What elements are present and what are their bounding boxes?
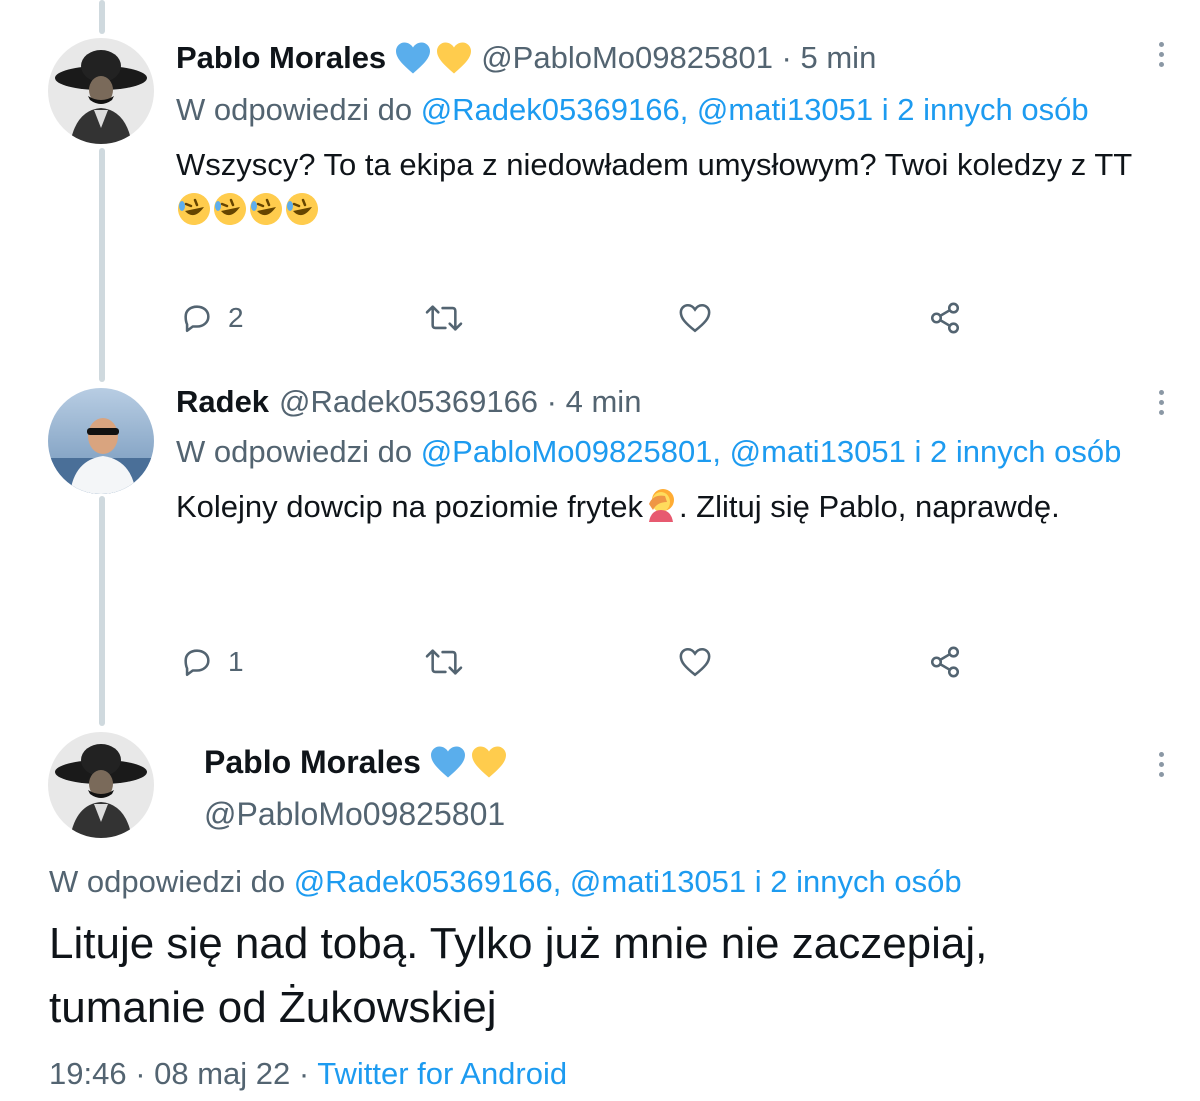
reply-mentions[interactable]: @Radek05369166, @mati13051 i 2 innych os…	[421, 92, 1089, 127]
tweet-2-more-button[interactable]	[1156, 390, 1166, 415]
reply-mentions[interactable]: @PabloMo09825801, @mati13051 i 2 innych …	[421, 434, 1122, 469]
thread-line-top	[99, 0, 105, 34]
blue-heart-icon	[396, 42, 431, 74]
main-tweet-reply-to: W odpowiedzi do @Radek05369166, @mati130…	[49, 858, 962, 906]
share-button[interactable]	[928, 645, 962, 679]
tweet-1-more-button[interactable]	[1156, 42, 1166, 67]
tweet-1-time[interactable]: 5 min	[801, 38, 877, 78]
tweet-2-text: Kolejny dowcip na poziomie frytek . Zlitu…	[176, 483, 1150, 530]
retweet-button[interactable]	[424, 301, 464, 335]
avatar-radek[interactable]	[48, 388, 154, 494]
share-button[interactable]	[928, 301, 962, 335]
reply-count: 1	[228, 646, 244, 677]
tweet-2-separator: ·	[538, 384, 566, 419]
blue-heart-icon	[430, 746, 465, 778]
like-icon	[679, 303, 711, 333]
tweet-1-text-content: Wszyscy? To ta ekipa z niedowładem umysł…	[176, 147, 1133, 182]
main-tweet-source[interactable]: Twitter for Android	[317, 1056, 567, 1091]
main-tweet-text: Lituje się nad tobą. Tylko już mnie nie …	[49, 919, 988, 1032]
facepalm-icon	[648, 489, 674, 522]
tweet-1-actions: 2	[176, 298, 976, 338]
main-tweet-name[interactable]: Pablo Morales	[204, 740, 421, 784]
retweet-icon	[425, 305, 463, 331]
like-icon	[679, 647, 711, 677]
tweet-2-text-after: . Zlituj się Pablo, naprawdę.	[678, 489, 1060, 524]
tweet-2-name[interactable]: Radek	[176, 382, 269, 422]
avatar-pablo[interactable]	[48, 38, 154, 144]
retweet-icon	[425, 649, 463, 675]
main-tweet-header: Pablo Morales @PabloMo09825801	[204, 740, 516, 836]
reply-button[interactable]: 1	[180, 645, 244, 679]
tweet-1-separator: ·	[772, 40, 801, 75]
thread-line-2	[99, 496, 105, 726]
retweet-button[interactable]	[424, 645, 464, 679]
tweet-1-handle[interactable]: @PabloMo09825801	[481, 38, 773, 78]
meta-separator: ·	[290, 1056, 318, 1091]
rolling-laughing-icon	[214, 193, 246, 225]
like-button[interactable]	[678, 302, 712, 334]
rolling-laughing-icon	[286, 193, 318, 225]
tweet-2-reply-to: W odpowiedzi do @PabloMo09825801, @mati1…	[176, 428, 1150, 475]
reply-count: 2	[228, 302, 244, 333]
tweet-2-text-before: Kolejny dowcip na poziomie frytek	[176, 489, 643, 524]
main-tweet-handle[interactable]: @PabloMo09825801	[204, 792, 516, 836]
main-tweet-meta: 19:46 · 08 maj 22 · Twitter for Android	[49, 1052, 567, 1096]
reply-prefix: W odpowiedzi do	[176, 434, 421, 469]
reply-prefix: W odpowiedzi do	[176, 92, 421, 127]
rolling-laughing-icon	[250, 193, 282, 225]
reply-icon	[184, 649, 210, 677]
main-tweet-time[interactable]: 19:46	[49, 1056, 127, 1091]
tweet-2-time[interactable]: 4 min	[566, 382, 642, 422]
yellow-heart-icon	[437, 42, 472, 74]
main-tweet-date[interactable]: 08 maj 22	[154, 1056, 290, 1091]
like-button[interactable]	[678, 646, 712, 678]
meta-separator: ·	[126, 1056, 155, 1091]
tweet-1-text: Wszyscy? To ta ekipa z niedowładem umysł…	[176, 141, 1150, 235]
tweet-2-handle[interactable]: @Radek05369166	[279, 382, 538, 422]
reply-prefix: W odpowiedzi do	[49, 864, 294, 899]
reply-mentions[interactable]: @Radek05369166, @mati13051 i 2 innych os…	[294, 864, 962, 899]
tweet-1-reply-to: W odpowiedzi do @Radek05369166, @mati130…	[176, 86, 1150, 133]
main-tweet-more-button[interactable]	[1156, 752, 1166, 777]
reply-button[interactable]: 2	[180, 301, 244, 335]
share-icon	[930, 646, 960, 678]
rolling-laughing-emojis	[176, 193, 320, 229]
tweet-1-name[interactable]: Pablo Morales	[176, 38, 386, 78]
tweet-2-header: Radek @Radek05369166 · 4 min	[176, 382, 1150, 422]
tweet-2-actions: 1	[176, 642, 976, 682]
tweet-1-header: Pablo Morales @PabloMo09825801 · 5 min	[176, 38, 1150, 78]
reply-icon	[184, 305, 210, 333]
yellow-heart-icon	[471, 746, 506, 778]
avatar-pablo-main[interactable]	[48, 732, 154, 838]
thread-line-1	[99, 148, 105, 382]
rolling-laughing-icon	[178, 193, 210, 225]
share-icon	[930, 302, 960, 334]
